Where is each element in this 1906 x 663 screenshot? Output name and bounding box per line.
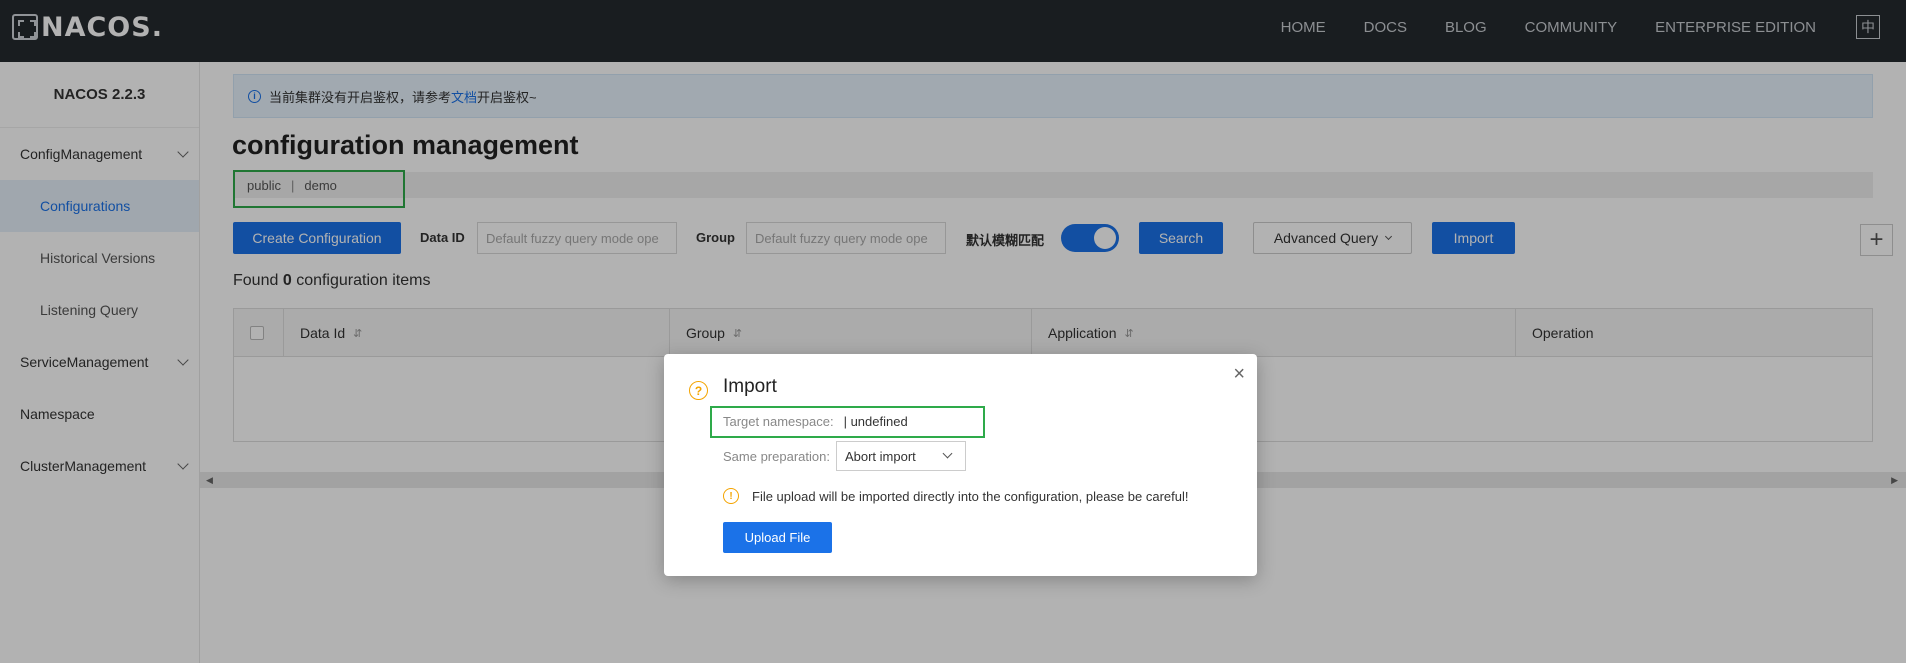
close-icon[interactable]: × [1233, 364, 1245, 384]
warning-row: ! File upload will be imported directly … [723, 486, 1188, 506]
warning-icon: ! [723, 488, 739, 504]
same-preparation-label: Same preparation: [723, 448, 830, 464]
warning-text: File upload will be imported directly in… [752, 488, 1189, 504]
import-dialog: × ? Import Target namespace: | undefined… [664, 354, 1257, 576]
dialog-title: Import [723, 376, 777, 397]
highlight-box [710, 406, 985, 438]
question-icon: ? [689, 381, 708, 400]
chevron-down-icon [942, 448, 953, 459]
same-preparation-select[interactable]: Abort import [835, 441, 966, 471]
same-preparation-row: Same preparation: Abort import [723, 441, 966, 471]
upload-file-button[interactable]: Upload File [723, 522, 832, 553]
same-preparation-selected: Abort import [844, 448, 916, 464]
